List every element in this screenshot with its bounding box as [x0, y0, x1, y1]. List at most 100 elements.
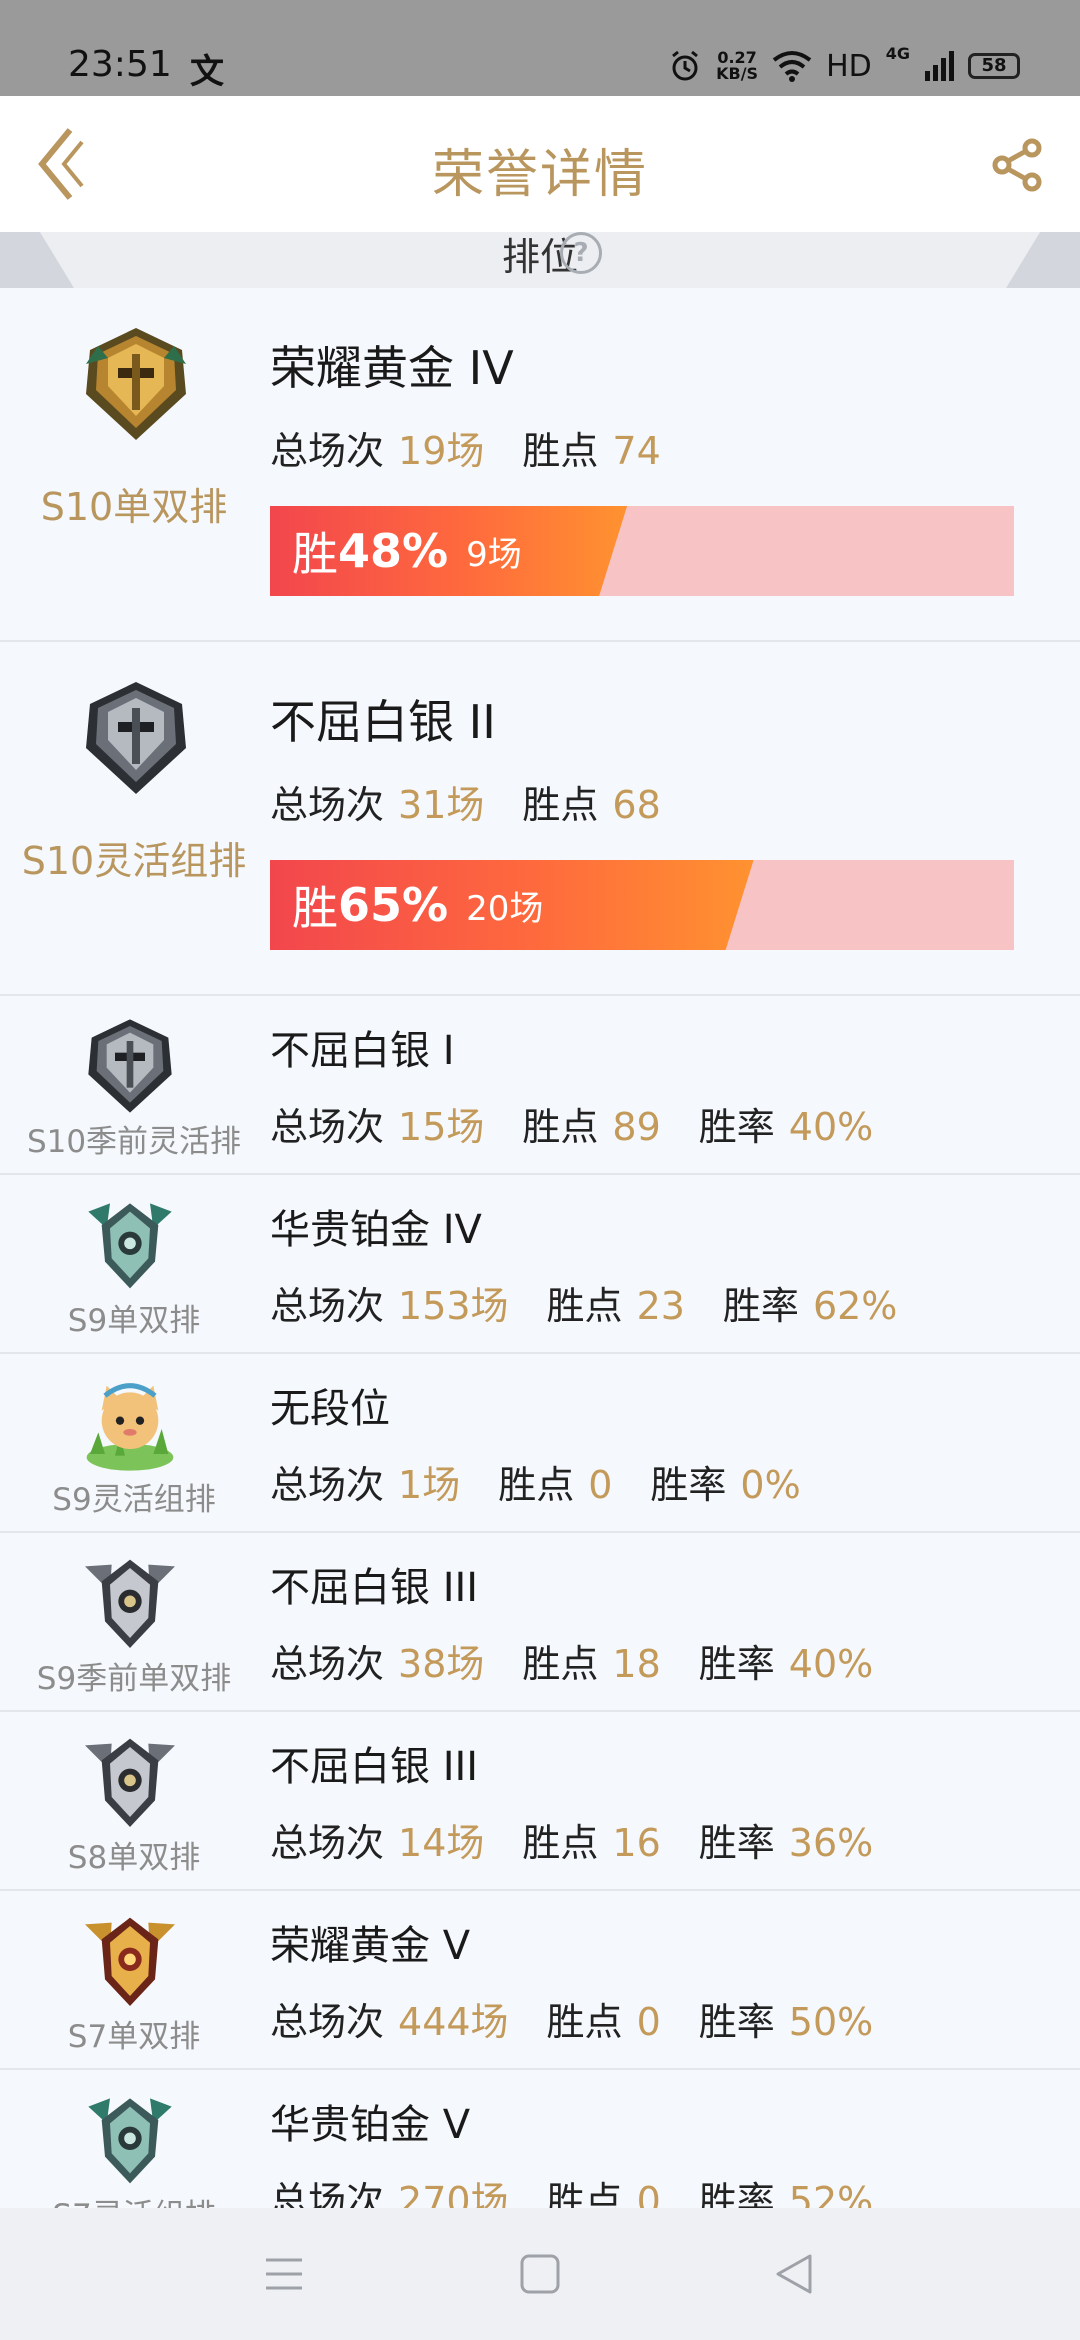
- rate-label: 胜率: [650, 1463, 727, 1507]
- points-value: 16: [612, 1821, 661, 1865]
- points-value: 18: [612, 1642, 661, 1686]
- win-rate-text: 胜 48% 9场: [292, 506, 522, 596]
- rank-row[interactable]: S9季前单双排 不屈白银 III 总场次 38场 胜点 18 胜率 40%: [0, 1533, 1080, 1712]
- season-label: S10季前灵活排: [26, 1124, 242, 1160]
- rate-label: 胜率: [698, 1642, 775, 1686]
- rank-row[interactable]: S7单双排 荣耀黄金 V 总场次 444场 胜点 0 胜率 50%: [0, 1891, 1080, 2070]
- tier-name: 不屈白银 III: [270, 1744, 479, 1790]
- win-rate-bar: 胜 48% 9场: [270, 506, 1014, 596]
- games-label: 总场次: [270, 429, 385, 473]
- points-value: 74: [612, 429, 661, 473]
- points-label: 胜点: [522, 1105, 599, 1149]
- rate-value: 62%: [812, 1284, 898, 1328]
- rank-stats: 总场次 444场 胜点 0 胜率 50%: [270, 1991, 911, 2046]
- tier-name: 华贵铂金 V: [270, 2102, 471, 2148]
- games-label: 总场次: [270, 1284, 385, 1328]
- season-label: S9季前单双排: [36, 1661, 232, 1697]
- season-label: S9单双排: [67, 1303, 201, 1339]
- rank-stats: 总场次 14场 胜点 16 胜率 36%: [270, 1812, 911, 1867]
- points-value: 68: [612, 783, 661, 827]
- rate-label: 胜率: [698, 1821, 775, 1865]
- games-value: 19场: [398, 429, 485, 473]
- games-value: 1场: [398, 1463, 461, 1507]
- share-icon[interactable]: [992, 138, 1044, 192]
- games-value: 31场: [398, 783, 485, 827]
- tier-name: 华贵铂金 IV: [270, 1207, 482, 1253]
- rank-row[interactable]: S10季前灵活排 不屈白银 I 总场次 15场 胜点 89 胜率 40%: [0, 996, 1080, 1175]
- app-header: 荣誉详情: [0, 96, 1080, 232]
- win-games: 20场: [466, 888, 544, 929]
- rank-stats: 总场次 1场 胜点 0 胜率 0%: [270, 1454, 839, 1509]
- rank-row[interactable]: S9单双排 华贵铂金 IV 总场次 153场 胜点 23 胜率 62%: [0, 1175, 1080, 1354]
- rate-value: 40%: [788, 1105, 874, 1149]
- speed-unit: KB/S: [716, 64, 759, 83]
- games-value: 153场: [398, 1284, 509, 1328]
- tier-name: 不屈白银 I: [270, 1028, 455, 1074]
- tier-name: 不屈白银 II: [270, 695, 496, 749]
- rank-row[interactable]: S8单双排 不屈白银 III 总场次 14场 胜点 16 胜率 36%: [0, 1712, 1080, 1891]
- silver-wing-badge-icon: [85, 1738, 175, 1827]
- win-games: 9场: [466, 534, 522, 575]
- unranked-mascot-icon: [86, 1383, 174, 1471]
- season-label: S8单双排: [67, 1840, 201, 1876]
- points-label: 胜点: [546, 1284, 623, 1328]
- win-rate-percent: 48%: [338, 524, 449, 578]
- battery-icon: 58: [968, 53, 1020, 79]
- carrier-icon: 文: [190, 52, 224, 92]
- hd-indicator: HD: [826, 48, 872, 84]
- season-label: S10灵活组排: [21, 839, 247, 883]
- games-label: 总场次: [270, 1821, 385, 1865]
- ranked-section-header: 排位 ?: [0, 232, 1080, 288]
- rank-stats: 总场次 15场 胜点 89 胜率 40%: [270, 1096, 911, 1151]
- season-label: S7单双排: [67, 2019, 201, 2055]
- platinum-badge-icon: [88, 2098, 172, 2184]
- menu-icon[interactable]: [262, 2252, 306, 2296]
- help-icon[interactable]: ?: [560, 232, 602, 274]
- points-label: 胜点: [522, 429, 599, 473]
- games-value: 444场: [398, 2000, 509, 2044]
- status-indicators: 0.27 KB/S HD 4G 58: [668, 44, 1020, 88]
- points-value: 0: [588, 1463, 613, 1507]
- rate-label: 胜率: [698, 1105, 775, 1149]
- rate-value: 50%: [788, 2000, 874, 2044]
- games-value: 38场: [398, 1642, 485, 1686]
- status-bar: 23:51 文 0.27 KB/S HD 4G 58: [0, 0, 1080, 96]
- win-rate-bar: 胜 65% 20场: [270, 860, 1014, 950]
- home-square-icon[interactable]: [518, 2252, 562, 2296]
- silver-badge-icon: [88, 1019, 172, 1113]
- tier-name: 荣耀黄金 IV: [270, 341, 514, 395]
- points-value: 0: [636, 2000, 661, 2044]
- games-label: 总场次: [270, 1642, 385, 1686]
- rate-value: 40%: [788, 1642, 874, 1686]
- rate-value: 0%: [740, 1463, 801, 1507]
- alarm-icon: [672, 50, 699, 81]
- games-value: 15场: [398, 1105, 485, 1149]
- gold-wing-badge-icon: [85, 1917, 175, 2006]
- points-label: 胜点: [522, 1642, 599, 1686]
- games-label: 总场次: [270, 1463, 385, 1507]
- silver-badge-icon: [86, 682, 186, 794]
- wifi-icon: [772, 51, 812, 82]
- points-value: 23: [636, 1284, 685, 1328]
- back-triangle-icon[interactable]: [772, 2252, 816, 2296]
- tier-name: 不屈白银 III: [270, 1565, 479, 1611]
- rank-stats: 总场次 19场 胜点 74: [270, 420, 699, 475]
- points-label: 胜点: [522, 1821, 599, 1865]
- games-label: 总场次: [270, 1105, 385, 1149]
- rank-row[interactable]: S9灵活组排 无段位 总场次 1场 胜点 0 胜率 0%: [0, 1354, 1080, 1533]
- win-rate-text: 胜 65% 20场: [292, 860, 543, 950]
- silver-wing-badge-icon: [85, 1559, 175, 1648]
- signal-icon: [925, 51, 954, 81]
- system-nav-bar: [0, 2208, 1080, 2340]
- rank-row[interactable]: S10单双排 荣耀黄金 IV 总场次 19场 胜点 74 胜 48% 9场: [0, 288, 1080, 642]
- games-label: 总场次: [270, 783, 385, 827]
- season-label: S10单双排: [40, 485, 228, 529]
- rank-stats: 总场次 153场 胜点 23 胜率 62%: [270, 1275, 935, 1330]
- rank-stats: 总场次 31场 胜点 68: [270, 774, 699, 829]
- tier-name: 无段位: [270, 1386, 390, 1432]
- win-rate-percent: 65%: [338, 878, 449, 932]
- rate-label: 胜率: [698, 2000, 775, 2044]
- status-time: 23:51: [68, 44, 172, 85]
- rank-row[interactable]: S10灵活组排 不屈白银 II 总场次 31场 胜点 68 胜 65% 20场: [0, 642, 1080, 996]
- points-label: 胜点: [522, 783, 599, 827]
